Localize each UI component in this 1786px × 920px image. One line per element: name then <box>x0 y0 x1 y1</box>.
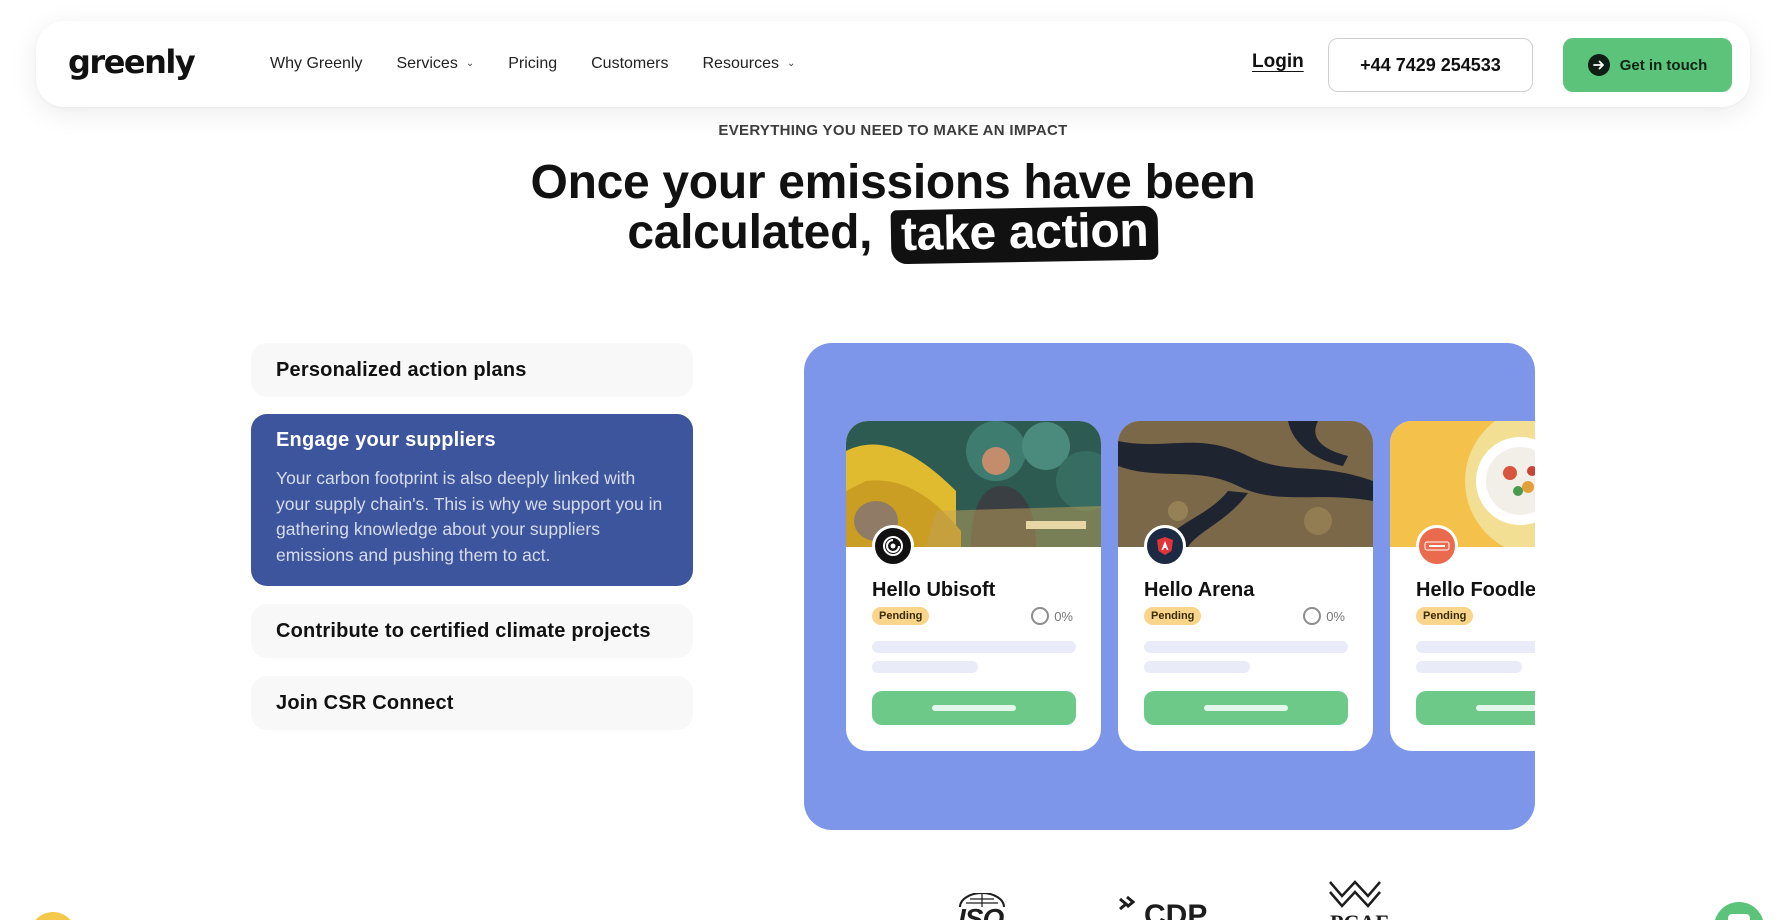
feature-title: Join CSR Connect <box>276 691 454 714</box>
arena-logo-icon <box>1144 525 1186 567</box>
card-action-button[interactable] <box>872 691 1076 725</box>
chevron-down-icon: ⌄ <box>465 57 475 69</box>
phone-button[interactable]: +44 7429 254533 <box>1328 38 1533 92</box>
feature-engage-suppliers[interactable]: Engage your suppliers Your carbon footpr… <box>251 414 693 586</box>
status-badge: Pending <box>1144 607 1202 625</box>
feature-description: Your carbon footprint is also deeply lin… <box>276 468 663 565</box>
get-in-touch-button[interactable]: Get in touch <box>1563 38 1732 92</box>
feature-title: Contribute to certified climate projects <box>276 619 651 642</box>
ubisoft-logo-icon <box>872 525 914 567</box>
cta-label: Get in touch <box>1619 56 1708 74</box>
pcaf-label: PCAF <box>1330 910 1389 920</box>
login-link[interactable]: Login <box>1252 51 1304 73</box>
placeholder-line <box>1416 661 1522 673</box>
placeholder-line <box>872 661 978 673</box>
placeholder-line <box>1416 641 1535 653</box>
card-action-button[interactable] <box>1144 691 1348 725</box>
status-badge: Pending <box>1416 607 1474 625</box>
placeholder-line <box>1144 641 1348 653</box>
chevron-down-icon: ⌄ <box>786 57 796 69</box>
progress-value: 0% <box>1326 608 1345 624</box>
iso-certification-logo: ISO <box>952 892 1012 920</box>
button-placeholder <box>932 705 1016 711</box>
button-placeholder <box>1204 705 1288 711</box>
nav-resources[interactable]: Resources ⌄ <box>702 55 795 73</box>
supplier-card: Hello Foodles Pending 0% <box>1390 421 1535 751</box>
feature-csr-connect[interactable]: Join CSR Connect <box>251 676 693 730</box>
supplier-card: Hello Ubisoft Pending 0% <box>846 421 1101 751</box>
feature-title: Engage your suppliers <box>276 429 496 451</box>
nav-link-label: Resources <box>702 55 779 72</box>
button-placeholder <box>1476 705 1535 711</box>
nav-link-label: Services <box>396 55 458 72</box>
nav-customers[interactable]: Customers <box>591 55 668 73</box>
headline-line2: calculated, <box>627 206 873 259</box>
card-action-button[interactable] <box>1416 691 1535 725</box>
nav-why-greenly[interactable]: Why Greenly <box>270 55 362 73</box>
nav-link-label: Pricing <box>508 55 558 72</box>
yellow-widget-bubble[interactable] <box>30 912 76 920</box>
feature-title: Personalized action plans <box>276 358 527 381</box>
progress-value: 0% <box>1054 608 1073 624</box>
greenly-logo[interactable]: greenly <box>68 43 196 81</box>
section-headline: Once your emissions have been calculated… <box>0 156 1786 265</box>
card-title: Hello Foodles <box>1416 579 1535 601</box>
section-eyebrow: EVERYTHING YOU NEED TO MAKE AN IMPACT <box>718 122 1068 139</box>
supplier-card: Hello Arena Pending 0% <box>1118 421 1373 751</box>
foodles-logo-icon <box>1416 525 1458 567</box>
food-photo <box>1390 421 1535 547</box>
nav-link-label: Why Greenly <box>270 55 363 72</box>
progress-ring-icon <box>1303 607 1322 625</box>
chat-icon <box>1728 914 1750 920</box>
feature-climate-projects[interactable]: Contribute to certified climate projects <box>251 604 693 658</box>
placeholder-line <box>872 641 1076 653</box>
nav-pricing[interactable]: Pricing <box>508 55 557 73</box>
iso-label: ISO <box>958 903 1004 920</box>
placeholder-line <box>1144 661 1250 673</box>
card-title: Hello Ubisoft <box>872 579 996 601</box>
top-navbar: greenly Why Greenly Services ⌄ Pricing C… <box>36 21 1750 107</box>
arrow-right-icon <box>1587 54 1610 76</box>
status-badge: Pending <box>872 607 930 625</box>
chat-widget-button[interactable] <box>1714 902 1764 920</box>
progress-ring-icon <box>1031 607 1050 625</box>
nav-services[interactable]: Services ⌄ <box>396 55 474 73</box>
feature-personalized-action-plans[interactable]: Personalized action plans <box>251 343 693 397</box>
cdp-label: CDP <box>1144 899 1208 920</box>
main-nav: Why Greenly Services ⌄ Pricing Customers… <box>270 21 795 107</box>
progress-indicator: 0% <box>1031 607 1073 625</box>
nav-link-label: Customers <box>591 55 669 72</box>
headline-line1: Once your emissions have been <box>530 156 1256 209</box>
progress-indicator: 0% <box>1303 607 1345 625</box>
supplier-showcase-panel: Hello Ubisoft Pending 0% Hello Arena Pen… <box>804 343 1535 830</box>
card-title: Hello Arena <box>1144 579 1255 601</box>
headline-highlight: take action <box>890 204 1160 265</box>
